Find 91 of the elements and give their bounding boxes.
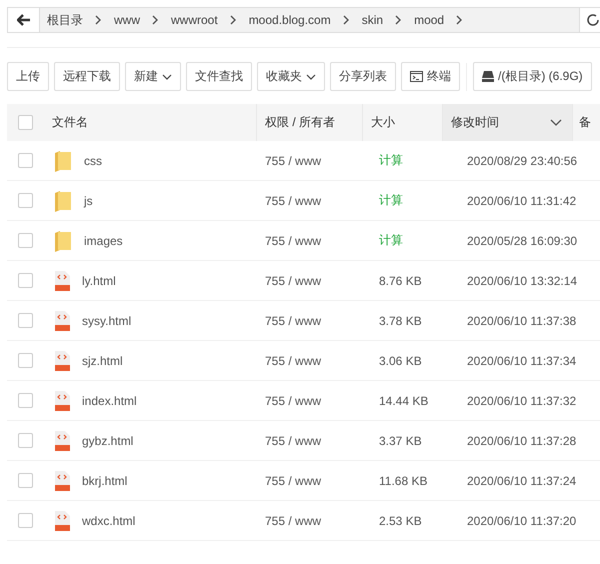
file-name[interactable]: wdxc.html xyxy=(82,514,136,528)
refresh-icon xyxy=(586,13,600,27)
permission-text: 755 / www xyxy=(265,474,322,488)
checkbox[interactable] xyxy=(18,193,33,208)
chevron-icon xyxy=(456,15,464,25)
folder-icon xyxy=(54,230,72,252)
sort-caret-icon xyxy=(550,119,562,126)
file-name[interactable]: bkrj.html xyxy=(82,474,128,488)
file-size: 3.37 KB xyxy=(379,434,422,448)
file-name[interactable]: sysy.html xyxy=(82,314,132,328)
checkbox[interactable] xyxy=(18,115,33,130)
file-size: 8.76 KB xyxy=(379,274,422,288)
file-name[interactable]: index.html xyxy=(82,394,137,408)
terminal-icon xyxy=(410,71,423,82)
modified-time: 2020/06/10 13:32:14 xyxy=(467,274,578,288)
chevron-icon xyxy=(152,15,159,25)
file-size: 3.06 KB xyxy=(379,354,422,368)
modified-time: 2020/06/10 11:37:24 xyxy=(467,474,576,488)
html-file-icon xyxy=(54,350,70,370)
caret-icon xyxy=(306,74,316,80)
toolbar-button[interactable]: 远程下载 xyxy=(54,62,120,91)
checkbox[interactable] xyxy=(18,433,33,448)
chevron-icon xyxy=(395,15,402,25)
modified-time: 2020/08/29 23:40:56 xyxy=(467,154,578,168)
toolbar-button[interactable]: 新建 xyxy=(125,62,181,91)
file-name[interactable]: js xyxy=(84,194,93,208)
breadcrumb-link[interactable]: mood xyxy=(414,13,444,27)
modified-time: 2020/06/10 11:37:20 xyxy=(467,514,576,528)
html-file-icon xyxy=(54,390,70,410)
permission-text: 755 / www xyxy=(265,354,322,368)
file-size: 3.78 KB xyxy=(379,314,422,328)
folder-icon xyxy=(54,150,72,172)
permission-text: 755 / www xyxy=(265,434,322,448)
checkbox[interactable] xyxy=(18,153,33,168)
modified-time: 2020/06/10 11:37:32 xyxy=(467,394,576,408)
toolbar-button[interactable]: 文件查找 xyxy=(186,62,252,91)
html-file-icon xyxy=(54,470,70,490)
chevron-icon xyxy=(95,15,102,25)
column-header[interactable]: 修改时间 xyxy=(443,104,573,141)
file-size: 14.44 KB xyxy=(379,394,428,408)
refresh-button[interactable] xyxy=(579,8,600,32)
back-arrow-icon xyxy=(16,14,30,26)
permission-text: 755 / www xyxy=(265,234,322,248)
file-name[interactable]: sjz.html xyxy=(82,354,123,368)
breadcrumb-link[interactable]: wwwroot xyxy=(171,13,218,27)
file-name[interactable]: ly.html xyxy=(82,274,116,288)
modified-time: 2020/06/10 11:37:38 xyxy=(467,314,576,328)
checkbox[interactable] xyxy=(18,393,33,408)
chevron-icon xyxy=(342,15,350,25)
modified-time: 2020/05/28 16:09:30 xyxy=(467,234,578,248)
file-size: 11.68 KB xyxy=(379,474,428,488)
permission-text: 755 / www xyxy=(265,274,322,288)
chevron-icon xyxy=(230,15,237,25)
modified-time: 2020/06/10 11:37:34 xyxy=(467,354,576,368)
file-name[interactable]: css xyxy=(84,154,102,168)
breadcrumb-link[interactable]: mood.blog.com xyxy=(248,13,331,27)
permission-text: 755 / www xyxy=(265,314,322,328)
permission-text: 755 / www xyxy=(265,194,322,208)
file-name[interactable]: images xyxy=(84,234,123,248)
html-file-icon xyxy=(54,270,70,290)
column-header[interactable]: 文件名 xyxy=(44,104,257,141)
checkbox[interactable] xyxy=(18,353,33,368)
html-file-icon xyxy=(54,430,70,450)
permission-text: 755 / www xyxy=(265,154,322,168)
column-header[interactable]: 备 xyxy=(573,104,600,141)
file-size: 2.53 KB xyxy=(379,514,422,528)
checkbox[interactable] xyxy=(18,313,33,328)
checkbox[interactable] xyxy=(18,273,33,288)
permission-text: 755 / www xyxy=(265,514,322,528)
checkbox[interactable] xyxy=(18,473,33,488)
disk-icon xyxy=(482,71,494,82)
toolbar-button[interactable]: 终端 xyxy=(401,62,460,91)
html-file-icon xyxy=(54,310,70,330)
file-name[interactable]: gybz.html xyxy=(82,434,134,448)
permission-text: 755 / www xyxy=(265,394,322,408)
checkbox[interactable] xyxy=(18,233,33,248)
toolbar-button[interactable]: 收藏夹 xyxy=(257,62,325,91)
checkbox[interactable] xyxy=(18,513,33,528)
toolbar-button[interactable]: 上传 xyxy=(7,62,49,91)
folder-icon xyxy=(54,190,72,212)
toolbar-button[interactable]: /(根目录) (6.9G) xyxy=(473,62,592,91)
back-button[interactable] xyxy=(8,8,40,32)
caret-icon xyxy=(162,74,172,80)
breadcrumb-link[interactable]: 根目录 xyxy=(47,12,83,28)
html-file-icon xyxy=(54,510,70,530)
breadcrumb-link[interactable]: skin xyxy=(362,13,384,27)
breadcrumb-link[interactable]: www xyxy=(114,13,140,27)
column-header[interactable]: 权限 / 所有者 xyxy=(257,104,363,141)
toolbar-button[interactable]: 分享列表 xyxy=(330,62,396,91)
modified-time: 2020/06/10 11:37:28 xyxy=(467,434,576,448)
modified-time: 2020/06/10 11:31:42 xyxy=(467,194,576,208)
